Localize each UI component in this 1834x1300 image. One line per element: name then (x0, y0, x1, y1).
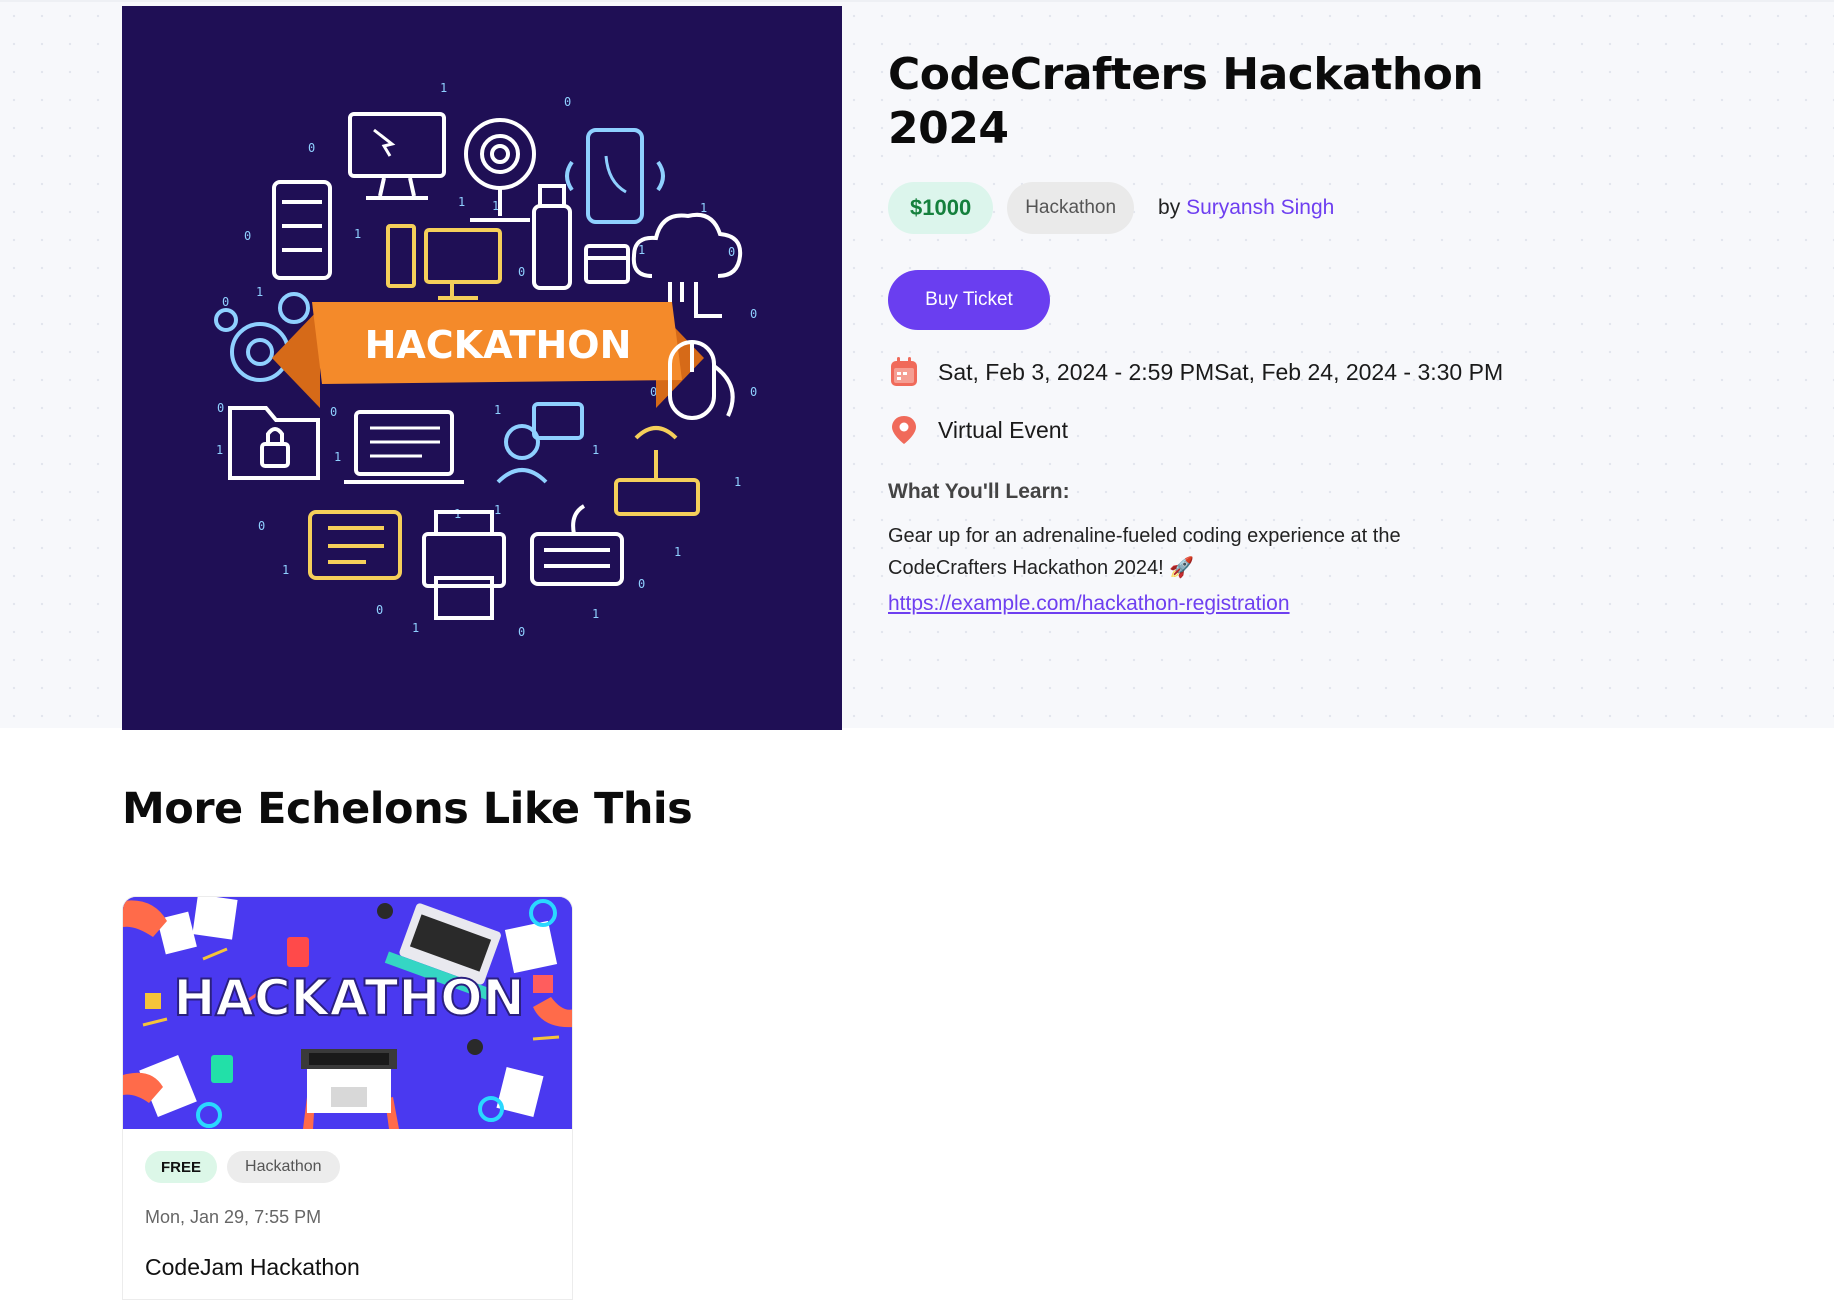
calendar-icon (888, 356, 920, 388)
registration-link[interactable]: https://example.com/hackathon-registrati… (888, 592, 1290, 616)
svg-text:0: 0 (518, 625, 525, 639)
related-event-card[interactable]: HACKATHON FREE Hackathon Mon, Jan 29, 7:… (122, 896, 573, 1300)
svg-text:0: 0 (518, 265, 525, 279)
svg-text:0: 0 (244, 229, 251, 243)
svg-text:1: 1 (494, 403, 501, 417)
svg-text:1: 1 (282, 563, 289, 577)
svg-text:1: 1 (734, 475, 741, 489)
svg-text:1: 1 (592, 607, 599, 621)
svg-text:1: 1 (256, 285, 263, 299)
svg-text:0: 0 (728, 245, 735, 259)
svg-text:1: 1 (440, 81, 447, 95)
event-datetime-text: Sat, Feb 3, 2024 - 2:59 PMSat, Feb 24, 2… (938, 358, 1504, 385)
organizer-link[interactable]: Suryansh Singh (1186, 196, 1334, 219)
svg-text:0: 0 (330, 405, 337, 419)
event-description: Gear up for an adrenaline-fueled coding … (888, 525, 1401, 579)
event-hero: 100 101 000 010 101 010 101 101 110 101 … (0, 0, 1834, 730)
svg-text:1: 1 (494, 503, 501, 517)
svg-text:1: 1 (334, 450, 341, 464)
related-section-title: More Echelons Like This (122, 784, 693, 834)
svg-text:1: 1 (216, 443, 223, 457)
learn-heading: What You'll Learn: (888, 480, 1070, 503)
svg-text:1: 1 (412, 621, 419, 635)
event-tags: $1000 Hackathon by Suryansh Singh (888, 182, 1608, 234)
svg-text:1: 1 (638, 243, 645, 257)
event-cover-image: 100 101 000 010 101 010 101 101 110 101 … (122, 6, 842, 730)
svg-text:0: 0 (258, 519, 265, 533)
free-badge: FREE (145, 1151, 218, 1183)
svg-text:0: 0 (217, 401, 224, 415)
related-event-image: HACKATHON (123, 897, 572, 1129)
event-location: Virtual Event (888, 414, 1608, 446)
svg-text:0: 0 (376, 603, 383, 617)
cover-banner-text: HACKATHON (365, 323, 632, 367)
svg-text:1: 1 (700, 201, 707, 215)
svg-text:1: 1 (674, 545, 681, 559)
location-pin-icon (888, 414, 920, 446)
svg-text:0: 0 (750, 307, 757, 321)
svg-text:1: 1 (592, 443, 599, 457)
organizer-prefix: by (1158, 196, 1181, 219)
buy-ticket-button[interactable]: Buy Ticket (888, 270, 1050, 330)
svg-text:0: 0 (638, 577, 645, 591)
price-badge: $1000 (888, 182, 994, 234)
card-category-badge: Hackathon (227, 1151, 340, 1183)
event-location-text: Virtual Event (938, 416, 1068, 443)
organizer-line: by Suryansh Singh (1158, 196, 1334, 220)
card-title[interactable]: CodeJam Hackathon (145, 1254, 550, 1281)
svg-text:0: 0 (308, 141, 315, 155)
event-title: CodeCrafters Hackathon 2024 (888, 49, 1484, 154)
svg-text:1: 1 (354, 227, 361, 241)
card-banner-text: HACKATHON (173, 969, 524, 1027)
related-card-tags: FREE Hackathon (145, 1151, 550, 1183)
svg-text:0: 0 (750, 385, 757, 399)
event-details: CodeCrafters Hackathon 2024 $1000 Hackat… (888, 48, 1608, 616)
related-card-body: FREE Hackathon Mon, Jan 29, 7:55 PM Code… (123, 1129, 572, 1281)
svg-text:1: 1 (458, 195, 465, 209)
svg-text:0: 0 (222, 295, 229, 309)
svg-text:0: 0 (564, 95, 571, 109)
event-datetime: Sat, Feb 3, 2024 - 2:59 PMSat, Feb 24, 2… (888, 356, 1608, 388)
card-date: Mon, Jan 29, 7:55 PM (145, 1207, 322, 1227)
category-badge: Hackathon (1007, 182, 1135, 234)
